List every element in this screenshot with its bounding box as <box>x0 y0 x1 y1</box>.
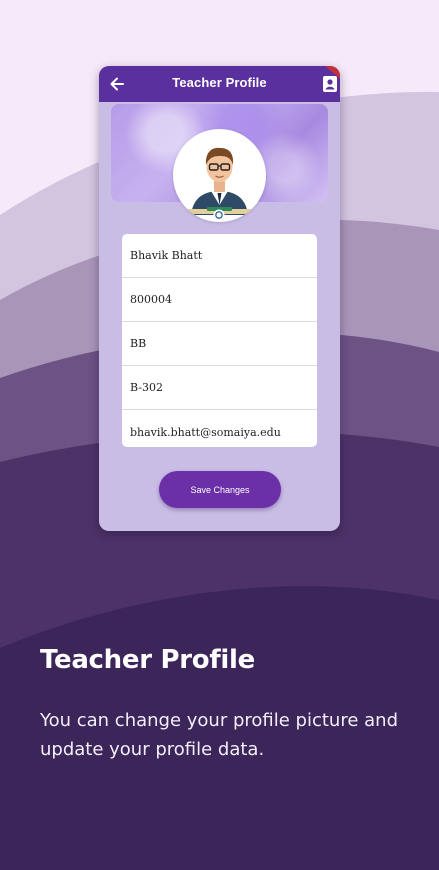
name-field[interactable]: Bhavik Bhatt <box>122 234 317 278</box>
onboarding-title: Teacher Profile <box>40 645 255 675</box>
initials-field[interactable]: BB <box>122 322 317 366</box>
email-field[interactable]: bhavik.bhatt@somaiya.edu <box>122 410 317 447</box>
profile-form: Bhavik Bhatt 800004 BB B-302 bhavik.bhat… <box>122 234 317 447</box>
profile-icon[interactable] <box>322 75 338 93</box>
app-bar-title: Teacher Profile <box>172 75 267 90</box>
onboarding-description: You can change your profile picture and … <box>40 710 398 760</box>
app-bar: Teacher Profile <box>99 66 340 102</box>
camera-icon[interactable] <box>213 206 225 221</box>
phone-mockup: Teacher Profile Bhavik Bhatt 800004 BB B… <box>99 66 340 531</box>
room-field[interactable]: B-302 <box>122 366 317 410</box>
save-changes-button[interactable]: Save Changes <box>159 471 281 508</box>
id-field[interactable]: 800004 <box>122 278 317 322</box>
